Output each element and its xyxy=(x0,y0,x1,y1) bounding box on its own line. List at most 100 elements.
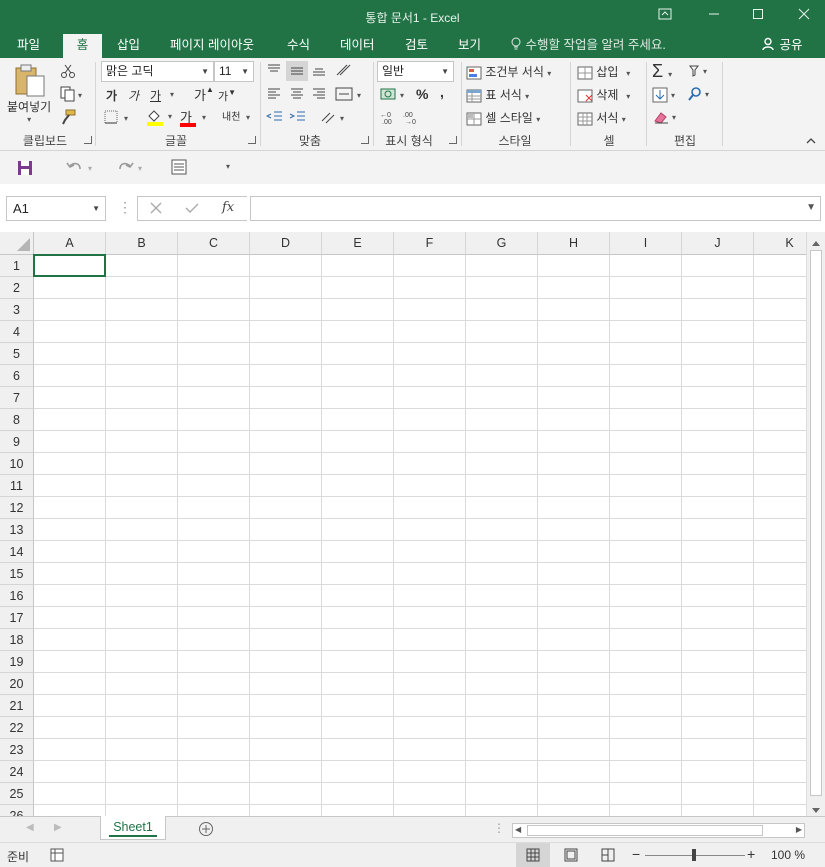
grow-font-button[interactable]: 가▲ xyxy=(194,85,214,104)
name-box[interactable]: A1 ▼ xyxy=(6,196,106,221)
form-icon[interactable] xyxy=(171,159,187,178)
ribbon-display-options-icon[interactable] xyxy=(655,6,675,24)
format-cells-button[interactable]: 서식 ▾ xyxy=(577,109,626,126)
row-header[interactable]: 6 xyxy=(0,365,34,387)
column-header[interactable]: I xyxy=(610,232,682,255)
page-layout-view-icon[interactable] xyxy=(564,848,578,865)
collapse-ribbon-icon[interactable] xyxy=(806,134,816,148)
increase-decimal-icon[interactable]: ←0.00 xyxy=(380,110,398,127)
accounting-format-icon[interactable]: ▾ xyxy=(380,86,410,105)
shrink-font-button[interactable]: 가▼ xyxy=(218,88,236,104)
font-name-select[interactable]: 맑은 고딕 ▼ xyxy=(101,61,214,82)
row-header[interactable]: 7 xyxy=(0,387,34,409)
column-header[interactable]: A xyxy=(34,232,106,255)
conditional-formatting-button[interactable]: 조건부 서식 ▾ xyxy=(466,63,551,80)
zoom-slider-thumb[interactable] xyxy=(692,849,696,861)
row-header[interactable]: 13 xyxy=(0,519,34,541)
clipboard-launcher-icon[interactable] xyxy=(84,136,92,144)
align-center-icon[interactable] xyxy=(289,87,305,104)
percent-style-button[interactable]: % xyxy=(416,86,428,102)
column-header[interactable]: G xyxy=(466,232,538,255)
vertical-scrollbar[interactable] xyxy=(806,232,825,816)
alignment-launcher-icon[interactable] xyxy=(361,136,369,144)
copy-icon[interactable]: ▾ xyxy=(60,86,86,105)
align-right-icon[interactable] xyxy=(311,87,327,104)
formula-input[interactable]: ▼ xyxy=(250,196,821,221)
delete-cells-button[interactable]: 삭제 ▾ xyxy=(577,86,630,103)
increase-indent-icon[interactable] xyxy=(289,110,307,127)
paste-icon[interactable] xyxy=(12,64,48,101)
row-header[interactable]: 5 xyxy=(0,343,34,365)
horizontal-scrollbar[interactable]: ◀ ▶ xyxy=(512,823,805,838)
expand-formula-icon[interactable]: ▼ xyxy=(806,202,816,213)
row-header[interactable]: 26 xyxy=(0,805,34,816)
scroll-left-icon[interactable]: ◀ xyxy=(515,825,521,834)
column-header[interactable]: K xyxy=(754,232,806,255)
orientation-icon[interactable] xyxy=(335,63,353,80)
cell-styles-button[interactable]: 셀 스타일 ▾ xyxy=(466,109,540,126)
sheet-tab[interactable]: Sheet1 xyxy=(100,816,166,840)
row-header[interactable]: 15 xyxy=(0,563,34,585)
autosum-icon[interactable]: Σ ▾ xyxy=(652,61,672,82)
horizontal-scroll-thumb[interactable] xyxy=(527,825,763,836)
font-color-button[interactable]: 가 xyxy=(180,107,196,127)
comma-style-button[interactable]: , xyxy=(440,84,444,100)
tab-home[interactable]: 홈 xyxy=(63,34,102,58)
scroll-up-icon[interactable] xyxy=(811,236,821,250)
sort-filter-icon[interactable]: ▾ xyxy=(688,64,716,81)
tab-insert[interactable]: 삽입 xyxy=(111,36,146,58)
cells-area[interactable] xyxy=(33,254,806,816)
align-top-icon[interactable] xyxy=(266,63,282,80)
zoom-slider[interactable] xyxy=(645,849,745,861)
tab-review[interactable]: 검토 xyxy=(399,36,434,58)
row-header[interactable]: 24 xyxy=(0,761,34,783)
active-cell[interactable] xyxy=(33,254,106,277)
find-select-icon[interactable]: ▾ xyxy=(688,87,716,104)
next-sheet-icon[interactable]: ▶ xyxy=(54,822,62,833)
row-header[interactable]: 23 xyxy=(0,739,34,761)
insert-cells-button[interactable]: 삽입 ▾ xyxy=(577,63,630,80)
underline-dropdown-icon[interactable]: ▾ xyxy=(170,90,174,99)
column-header[interactable]: J xyxy=(682,232,754,255)
column-header[interactable]: H xyxy=(538,232,610,255)
maximize-icon[interactable] xyxy=(748,6,768,24)
row-header[interactable]: 20 xyxy=(0,673,34,695)
customize-qat-icon[interactable]: ▾ xyxy=(226,162,230,171)
tab-page-layout[interactable]: 페이지 레이아웃 xyxy=(164,36,260,58)
format-as-table-button[interactable]: 표 서식 ▾ xyxy=(466,86,529,103)
decrease-indent-icon[interactable] xyxy=(265,110,284,127)
row-header[interactable]: 4 xyxy=(0,321,34,343)
column-header[interactable]: B xyxy=(106,232,178,255)
insert-function-button[interactable]: fx xyxy=(222,200,234,215)
row-header[interactable]: 21 xyxy=(0,695,34,717)
merge-center-icon[interactable]: ▾ xyxy=(335,87,365,104)
row-header[interactable]: 22 xyxy=(0,717,34,739)
macro-record-icon[interactable] xyxy=(50,848,64,865)
font-color-dropdown-icon[interactable]: ▾ xyxy=(202,113,206,122)
number-launcher-icon[interactable] xyxy=(449,136,457,144)
phonetic-dropdown-icon[interactable]: ▾ xyxy=(246,113,250,122)
fill-color-icon[interactable]: ▾ xyxy=(146,108,176,129)
row-header[interactable]: 25 xyxy=(0,783,34,805)
paste-button[interactable]: 붙여넣기 ▾ xyxy=(7,98,51,124)
align-middle-icon[interactable] xyxy=(286,61,308,81)
row-header[interactable]: 17 xyxy=(0,607,34,629)
number-format-select[interactable]: 일반 ▼ xyxy=(377,61,454,82)
close-icon[interactable] xyxy=(794,6,814,24)
row-header[interactable]: 18 xyxy=(0,629,34,651)
tab-view[interactable]: 보기 xyxy=(452,36,487,58)
clear-icon[interactable]: ▾ xyxy=(652,110,682,127)
more-dots-icon[interactable]: ⋮ xyxy=(118,199,132,216)
minimize-icon[interactable] xyxy=(704,6,724,24)
italic-button[interactable]: 가 xyxy=(128,87,139,104)
row-header[interactable]: 10 xyxy=(0,453,34,475)
tab-data[interactable]: 데이터 xyxy=(334,36,381,58)
tab-formulas[interactable]: 수식 xyxy=(281,36,316,58)
column-header[interactable]: F xyxy=(394,232,466,255)
row-header[interactable]: 19 xyxy=(0,651,34,673)
zoom-level[interactable]: 100 % xyxy=(771,848,805,862)
row-header[interactable]: 9 xyxy=(0,431,34,453)
tab-splitter-icon[interactable]: ⋮ xyxy=(493,821,505,835)
tab-file[interactable]: 파일 xyxy=(11,36,46,58)
borders-icon[interactable]: ▾ xyxy=(104,110,136,127)
